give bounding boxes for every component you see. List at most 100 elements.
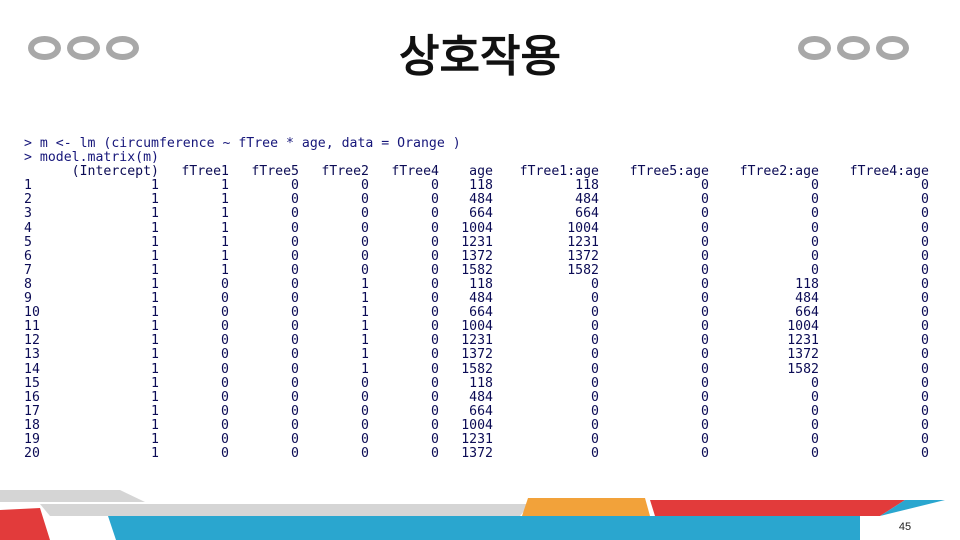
matrix-cell: 0 [291, 305, 299, 321]
table-row: 6 1 1 0 0 0 1372 1372 0 0 0 [24, 248, 929, 264]
matrix-cell: 0 [591, 389, 599, 405]
matrix-cell: 118 [469, 375, 493, 391]
matrix-cell: 1 [221, 262, 229, 278]
row-label: 2 [24, 192, 32, 208]
matrix-cell: 0 [431, 431, 439, 447]
r-console-output: > m <- lm (circumference ~ fTree * age, … [24, 137, 929, 457]
matrix-cell: 0 [921, 446, 929, 457]
matrix-cell: 0 [811, 262, 819, 278]
matrix-cell: 484 [469, 192, 493, 208]
matrix-cell: 0 [431, 403, 439, 419]
page-number: 45 [898, 521, 912, 533]
matrix-cell: 0 [591, 375, 599, 391]
matrix-cell: 484 [795, 291, 819, 307]
row-label: 3 [24, 206, 32, 222]
matrix-cell: 0 [221, 389, 229, 405]
matrix-cell: 0 [701, 389, 709, 405]
table-row: 19 1 0 0 0 0 1231 0 0 0 0 [24, 431, 929, 447]
matrix-cell: 0 [921, 375, 929, 391]
matrix-cell: 664 [469, 403, 493, 419]
matrix-cell: 0 [221, 375, 229, 391]
matrix-cell: 1 [151, 291, 159, 307]
matrix-cell: 118 [469, 276, 493, 292]
matrix-cell: 0 [291, 347, 299, 363]
column-header: (Intercept) [71, 164, 159, 180]
matrix-cell: 1 [151, 446, 159, 457]
matrix-cell: 1 [151, 347, 159, 363]
matrix-cell: 1 [151, 192, 159, 208]
matrix-cell: 0 [591, 305, 599, 321]
row-label: 15 [24, 375, 40, 391]
matrix-cell: 1 [151, 276, 159, 292]
model-matrix-table: (Intercept) fTree1 fTree5 fTree2 fTree4 age fT… [24, 165, 929, 457]
matrix-cell: 0 [221, 319, 229, 335]
matrix-cell: 0 [291, 248, 299, 264]
matrix-cell: 1372 [461, 446, 493, 457]
matrix-cell: 1 [221, 220, 229, 236]
matrix-cell: 0 [921, 431, 929, 447]
footer-red-bar [0, 508, 50, 540]
matrix-cell: 0 [701, 234, 709, 250]
matrix-cell: 0 [431, 248, 439, 264]
matrix-cell: 0 [221, 347, 229, 363]
matrix-cell: 0 [361, 192, 369, 208]
matrix-cell: 0 [431, 220, 439, 236]
matrix-cell: 1 [151, 206, 159, 222]
matrix-cell: 0 [811, 248, 819, 264]
matrix-cell: 1 [151, 389, 159, 405]
matrix-cell: 0 [291, 389, 299, 405]
matrix-cell: 0 [291, 375, 299, 391]
matrix-cell: 0 [431, 234, 439, 250]
matrix-cell: 0 [921, 361, 929, 377]
matrix-cell: 0 [361, 431, 369, 447]
decorative-rings-right [798, 36, 909, 60]
matrix-cell: 0 [361, 178, 369, 194]
matrix-cell: 0 [811, 192, 819, 208]
matrix-cell: 0 [811, 220, 819, 236]
footer-orange-bar [522, 498, 650, 516]
matrix-cell: 1231 [787, 333, 819, 349]
matrix-cell: 0 [591, 446, 599, 457]
matrix-cell: 0 [921, 291, 929, 307]
matrix-cell: 1 [151, 403, 159, 419]
matrix-cell: 0 [291, 206, 299, 222]
table-row: 16 1 0 0 0 0 484 0 0 0 0 [24, 389, 929, 405]
matrix-cell: 0 [361, 220, 369, 236]
matrix-cell: 118 [795, 276, 819, 292]
matrix-cell: 0 [431, 291, 439, 307]
matrix-cell: 0 [291, 361, 299, 377]
matrix-header: (Intercept) fTree1 fTree5 fTree2 fTree4 age fT… [24, 165, 929, 179]
matrix-cell: 0 [221, 333, 229, 349]
matrix-cell: 1372 [567, 248, 599, 264]
matrix-cell: 1 [221, 206, 229, 222]
matrix-cell: 0 [811, 375, 819, 391]
matrix-cell: 0 [431, 178, 439, 194]
matrix-cell: 664 [575, 206, 599, 222]
matrix-cell: 0 [221, 291, 229, 307]
row-label: 8 [24, 276, 32, 292]
matrix-cell: 0 [701, 262, 709, 278]
matrix-cell: 0 [921, 276, 929, 292]
table-row: 2 1 1 0 0 0 484 484 0 0 0 [24, 193, 929, 207]
matrix-cell: 0 [701, 192, 709, 208]
matrix-cell: 1 [361, 291, 369, 307]
matrix-cell: 0 [431, 446, 439, 457]
matrix-cell: 1582 [787, 361, 819, 377]
matrix-cell: 1004 [461, 417, 493, 433]
matrix-cell: 0 [921, 248, 929, 264]
matrix-cell: 0 [591, 361, 599, 377]
table-row: 7 1 1 0 0 0 1582 1582 0 0 0 [24, 262, 929, 278]
ring-icon [876, 36, 909, 60]
matrix-cell: 1 [361, 347, 369, 363]
matrix-cell: 0 [701, 333, 709, 349]
footer-red-bar [650, 500, 905, 516]
column-header: fTree2:age [739, 164, 819, 180]
matrix-cell: 0 [361, 206, 369, 222]
matrix-cell: 1 [151, 333, 159, 349]
matrix-cell: 1 [361, 319, 369, 335]
matrix-cell: 0 [291, 403, 299, 419]
matrix-cell: 1 [361, 276, 369, 292]
column-header: fTree1 [181, 164, 229, 180]
matrix-cell: 1 [361, 361, 369, 377]
matrix-cell: 0 [291, 192, 299, 208]
